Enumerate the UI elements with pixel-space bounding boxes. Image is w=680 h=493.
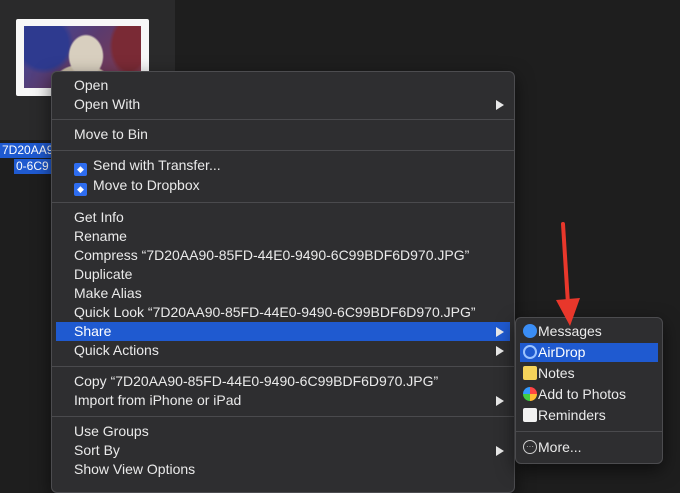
- more-icon: ···: [523, 440, 537, 454]
- menu-item-label: Share: [74, 323, 112, 339]
- share-item-more[interactable]: ··· More...: [520, 438, 658, 457]
- share-item-label: Reminders: [538, 407, 606, 423]
- menu-item-label: Send with Transfer...: [93, 157, 221, 173]
- menu-item-send-with-transfer[interactable]: ◆ Send with Transfer...: [56, 156, 510, 176]
- dropbox-icon: ◆: [74, 163, 87, 176]
- menu-item-label: Open With: [74, 96, 141, 112]
- menu-item-make-alias[interactable]: Make Alias: [56, 284, 510, 303]
- submenu-chevron-icon: [496, 346, 504, 356]
- menu-separator: [52, 416, 514, 417]
- menu-separator: [52, 119, 514, 120]
- menu-separator: [52, 366, 514, 367]
- menu-item-copy[interactable]: Copy “7D20AA90-85FD-44E0-9490-6C99BDF6D9…: [56, 372, 510, 391]
- menu-item-sort-by[interactable]: Sort By: [56, 441, 510, 460]
- share-item-airdrop[interactable]: AirDrop: [520, 343, 658, 362]
- menu-item-label: Move to Dropbox: [93, 177, 200, 193]
- menu-item-get-info[interactable]: Get Info: [56, 208, 510, 227]
- share-item-label: Notes: [538, 365, 575, 381]
- menu-separator: [52, 150, 514, 151]
- notes-icon: [523, 366, 537, 380]
- share-submenu: Messages AirDrop Notes Add to Photos Rem…: [515, 317, 663, 464]
- airdrop-icon: [523, 345, 537, 359]
- menu-item-share[interactable]: Share: [56, 322, 510, 341]
- dropbox-icon: ◆: [74, 183, 87, 196]
- share-item-messages[interactable]: Messages: [520, 322, 658, 341]
- menu-separator: [516, 431, 662, 432]
- menu-item-import-iphone[interactable]: Import from iPhone or iPad: [56, 391, 510, 410]
- submenu-chevron-icon: [496, 100, 504, 110]
- menu-item-quick-actions[interactable]: Quick Actions: [56, 341, 510, 360]
- submenu-chevron-icon: [496, 396, 504, 406]
- menu-item-duplicate[interactable]: Duplicate: [56, 265, 510, 284]
- menu-item-open[interactable]: Open: [56, 76, 510, 95]
- messages-icon: [523, 324, 537, 338]
- menu-item-quick-look[interactable]: Quick Look “7D20AA90-85FD-44E0-9490-6C99…: [56, 303, 510, 322]
- context-menu: Open Open With Move to Bin ◆ Send with Tr…: [51, 71, 515, 493]
- file-name-line-2: 0-6C9: [14, 159, 51, 174]
- share-item-reminders[interactable]: Reminders: [520, 406, 658, 425]
- menu-item-label: Sort By: [74, 442, 120, 458]
- photos-icon: [523, 387, 537, 401]
- menu-item-move-to-bin[interactable]: Move to Bin: [56, 125, 510, 144]
- share-item-notes[interactable]: Notes: [520, 364, 658, 383]
- menu-item-show-view-options[interactable]: Show View Options: [56, 460, 510, 479]
- menu-item-label: Import from iPhone or iPad: [74, 392, 242, 408]
- share-item-label: More...: [538, 439, 582, 455]
- share-item-add-to-photos[interactable]: Add to Photos: [520, 385, 658, 404]
- menu-item-open-with[interactable]: Open With: [56, 95, 510, 114]
- menu-item-move-to-dropbox[interactable]: ◆ Move to Dropbox: [56, 176, 510, 196]
- file-name-line-1: 7D20AA9: [0, 143, 56, 158]
- reminders-icon: [523, 408, 537, 422]
- menu-item-rename[interactable]: Rename: [56, 227, 510, 246]
- share-item-label: Add to Photos: [538, 386, 626, 402]
- submenu-chevron-icon: [496, 446, 504, 456]
- menu-item-compress[interactable]: Compress “7D20AA90-85FD-44E0-9490-6C99BD…: [56, 246, 510, 265]
- share-item-label: AirDrop: [538, 344, 586, 360]
- red-arrow-annotation: [556, 222, 580, 326]
- menu-separator: [52, 202, 514, 203]
- menu-item-label: Quick Actions: [74, 342, 159, 358]
- submenu-chevron-icon: [496, 327, 504, 337]
- menu-item-use-groups[interactable]: Use Groups: [56, 422, 510, 441]
